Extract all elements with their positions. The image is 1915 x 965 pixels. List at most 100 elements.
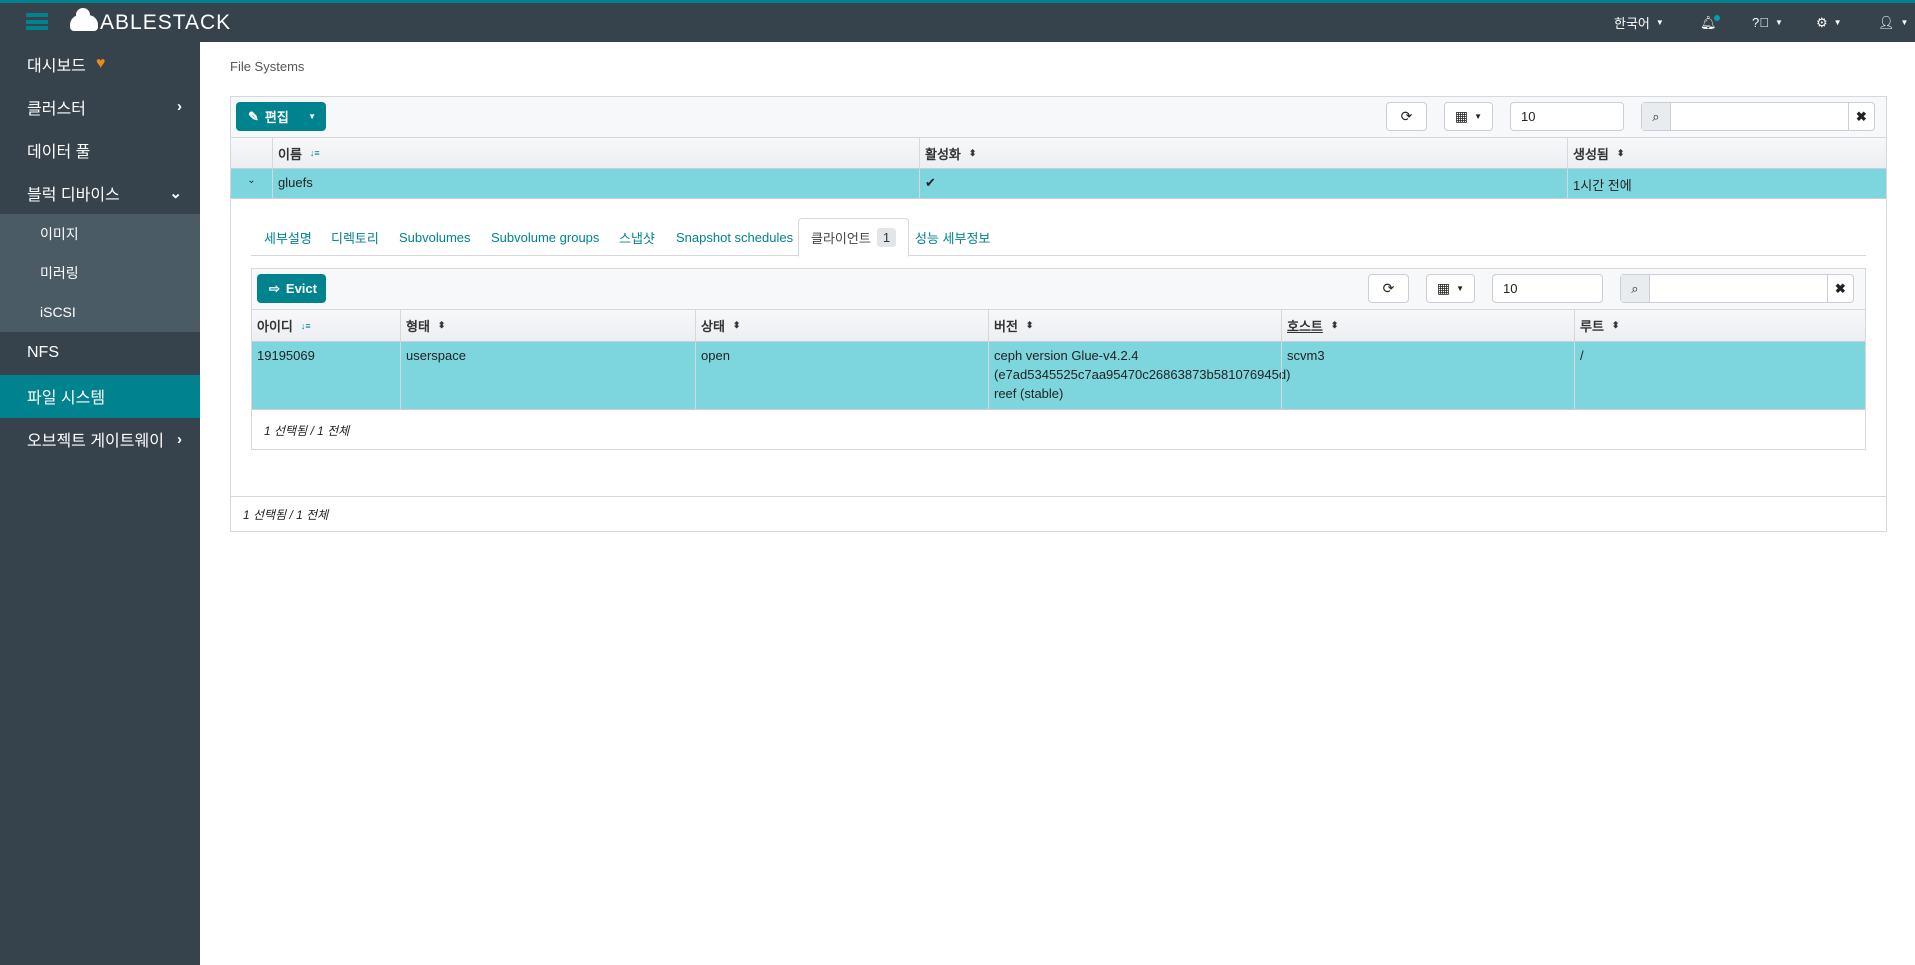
column-label: 활성화 xyxy=(925,146,961,162)
sort-asc-icon: ↓≡ xyxy=(309,148,320,158)
sidebar-item-block-device[interactable]: 블럭 디바이스 ⌄ xyxy=(0,171,200,214)
column-header-id[interactable]: 아이디 ↓≡ xyxy=(252,310,400,341)
sort-asc-icon: ↓≡ xyxy=(300,320,311,331)
pencil-icon: ✎ xyxy=(248,108,259,124)
column-label: 생성됨 xyxy=(1573,146,1609,162)
column-label: 루트 xyxy=(1580,319,1604,334)
sidebar-item-mirroring[interactable]: 미러링 xyxy=(0,253,200,292)
column-header-state[interactable]: 상태 ⬍ xyxy=(695,310,988,341)
clear-search-button[interactable]: ✖ xyxy=(1826,275,1853,302)
tab-subvolumes[interactable]: Subvolumes xyxy=(399,218,471,256)
menu-toggle-icon[interactable] xyxy=(26,13,48,30)
column-header-type[interactable]: 형태 ⬍ xyxy=(400,310,695,341)
column-header-name[interactable]: 이름 ↓≡ xyxy=(272,138,919,168)
search-input[interactable] xyxy=(1670,103,1848,130)
column-header-version[interactable]: 버전 ⬍ xyxy=(988,310,1281,341)
evict-button[interactable]: ⇨ Evict xyxy=(257,274,326,303)
sort-icon: ⬍ xyxy=(1025,320,1034,330)
page-size-input[interactable]: 10 xyxy=(1492,274,1603,303)
caret-down-icon: ▼ xyxy=(1456,284,1465,293)
clear-search-button[interactable]: ✖ xyxy=(1847,103,1874,130)
collapse-row-icon[interactable]: ⌄ xyxy=(231,169,272,198)
page-size-input[interactable]: 10 xyxy=(1510,102,1624,131)
sidebar-item-label: 클러스터 xyxy=(27,100,86,118)
sidebar-item-label: 파일 시스템 xyxy=(27,390,106,408)
sidebar-item-label: 오브젝트 게이트웨이 xyxy=(27,433,164,451)
sidebar-item-dashboard[interactable]: 대시보드 ♥ xyxy=(0,42,200,85)
column-header-host[interactable]: 호스트 ⬍ xyxy=(1281,310,1574,341)
user-icon: 👤︎ xyxy=(1878,14,1895,30)
table-row[interactable]: 19195069 userspace open ceph version Glu… xyxy=(252,342,1865,410)
caret-down-icon: ▼ xyxy=(1655,18,1664,27)
cell-root: / xyxy=(1574,342,1865,409)
columns-dropdown[interactable]: ▦ ▼ xyxy=(1444,102,1493,131)
sidebar: 대시보드 ♥ 클러스터 › 데이터 풀 블럭 디바이스 ⌄ 이미지 미러링 iSCSI… xyxy=(0,42,200,965)
help-dropdown[interactable]: ?⃝ ▼ xyxy=(1752,3,1783,42)
notifications-button[interactable]: 🔔︎ xyxy=(1700,3,1720,42)
tab-snapshots[interactable]: 스냅샷 xyxy=(619,218,655,256)
cell-name: gluefs xyxy=(272,169,919,198)
caret-down-icon: ▼ xyxy=(1900,18,1909,27)
top-navbar: ABLESTACK 한국어 ▼ 🔔︎ ?⃝ ▼ ⚙ ▼ 👤︎ ▼ xyxy=(0,0,1915,42)
sort-icon: ⬍ xyxy=(968,147,977,158)
sidebar-item-label: 이미지 xyxy=(40,225,79,242)
column-header-root[interactable]: 루트 ⬍ xyxy=(1574,310,1865,341)
cell-id: 19195069 xyxy=(257,348,315,363)
columns-dropdown[interactable]: ▦ ▼ xyxy=(1426,274,1475,303)
column-label: 버전 xyxy=(994,319,1018,334)
version-line: ceph version Glue-v4.2.4 xyxy=(994,348,1139,363)
brand-text: ABLESTACK xyxy=(100,11,232,34)
search-input[interactable] xyxy=(1649,275,1827,302)
cell-host: scvm3 xyxy=(1281,342,1574,409)
sidebar-item-object-gateway[interactable]: 오브젝트 게이트웨이 › xyxy=(0,418,200,461)
search-group: ⌕ ✖ xyxy=(1620,274,1854,303)
sidebar-item-label: NFS xyxy=(27,344,59,362)
user-dropdown[interactable]: 👤︎ ▼ xyxy=(1878,3,1908,42)
checkmark-icon: ✔ xyxy=(919,169,1567,198)
column-label: 형태 xyxy=(406,319,430,334)
caret-down-icon: ▼ xyxy=(1833,18,1842,27)
table-header: 아이디 ↓≡ 형태 ⬍ 상태 ⬍ 버전 ⬍ 호스트 ⬍ 루트 ⬍ xyxy=(252,310,1865,342)
sidebar-item-image[interactable]: 이미지 xyxy=(0,214,200,253)
brand-logo[interactable]: ABLESTACK xyxy=(70,8,232,35)
language-dropdown[interactable]: 한국어 ▼ xyxy=(1614,3,1664,42)
sidebar-item-data-pool[interactable]: 데이터 풀 xyxy=(0,128,200,171)
heartbeat-icon: ♥ xyxy=(95,54,106,72)
client-count-badge: 1 xyxy=(876,228,897,247)
gear-icon: ⚙ xyxy=(1816,14,1828,30)
settings-dropdown[interactable]: ⚙ ▼ xyxy=(1816,3,1842,42)
table-toolbar: ⇨ Evict ⟳ ▦ ▼ 10 ⌕ ✖ xyxy=(252,269,1865,310)
tab-directories[interactable]: 디렉토리 xyxy=(331,218,379,256)
breadcrumb: File Systems xyxy=(230,59,305,74)
expand-column-header xyxy=(231,138,272,168)
sidebar-item-nfs[interactable]: NFS xyxy=(0,332,200,375)
sidebar-item-cluster[interactable]: 클러스터 › xyxy=(0,85,200,128)
column-header-created[interactable]: 생성됨 ⬍ xyxy=(1567,138,1886,168)
tab-snapshot-schedules[interactable]: Snapshot schedules xyxy=(676,218,793,256)
sort-icon: ⬍ xyxy=(1616,147,1625,158)
search-icon: ⌕ xyxy=(1642,103,1671,130)
cloud-icon xyxy=(70,8,98,31)
edit-button[interactable]: ✎ 편집 ▼ xyxy=(236,102,326,131)
column-header-enabled[interactable]: 활성화 ⬍ xyxy=(919,138,1567,168)
sidebar-item-label: 블럭 디바이스 xyxy=(27,186,120,204)
sidebar-item-file-systems[interactable]: 파일 시스템 xyxy=(0,374,200,418)
tab-subvolume-groups[interactable]: Subvolume groups xyxy=(491,218,599,256)
sort-icon: ⬍ xyxy=(437,320,446,330)
chevron-right-icon: › xyxy=(177,430,182,448)
clients-table: ⇨ Evict ⟳ ▦ ▼ 10 ⌕ ✖ 아이디 ↓≡ 형태 ⬍ 상태 ⬍ 버전 ⬍ 호스트 ⬍… xyxy=(251,268,1866,450)
tab-performance-details[interactable]: 성능 세부정보 xyxy=(915,218,990,256)
tab-clients[interactable]: 클라이언트 1 xyxy=(798,218,910,257)
tab-details[interactable]: 세부설명 xyxy=(264,218,312,256)
detail-tabs: 세부설명 디렉토리 Subvolumes Subvolume groups 스냅… xyxy=(251,218,1866,257)
table-footer: 1 선택됨 / 1 전체 xyxy=(264,423,350,438)
refresh-button[interactable]: ⟳ xyxy=(1386,102,1427,131)
refresh-button[interactable]: ⟳ xyxy=(1368,274,1409,303)
sidebar-item-iscsi[interactable]: iSCSI xyxy=(0,293,200,332)
column-label: 호스트 xyxy=(1287,319,1323,334)
sort-icon: ⬍ xyxy=(1611,320,1620,330)
table-icon: ▦ xyxy=(1436,280,1451,296)
caret-down-icon[interactable]: ▼ xyxy=(308,112,316,121)
table-row[interactable]: ⌄ gluefs ✔ 1시간 전에 xyxy=(231,169,1886,199)
evict-label: Evict xyxy=(285,281,317,296)
